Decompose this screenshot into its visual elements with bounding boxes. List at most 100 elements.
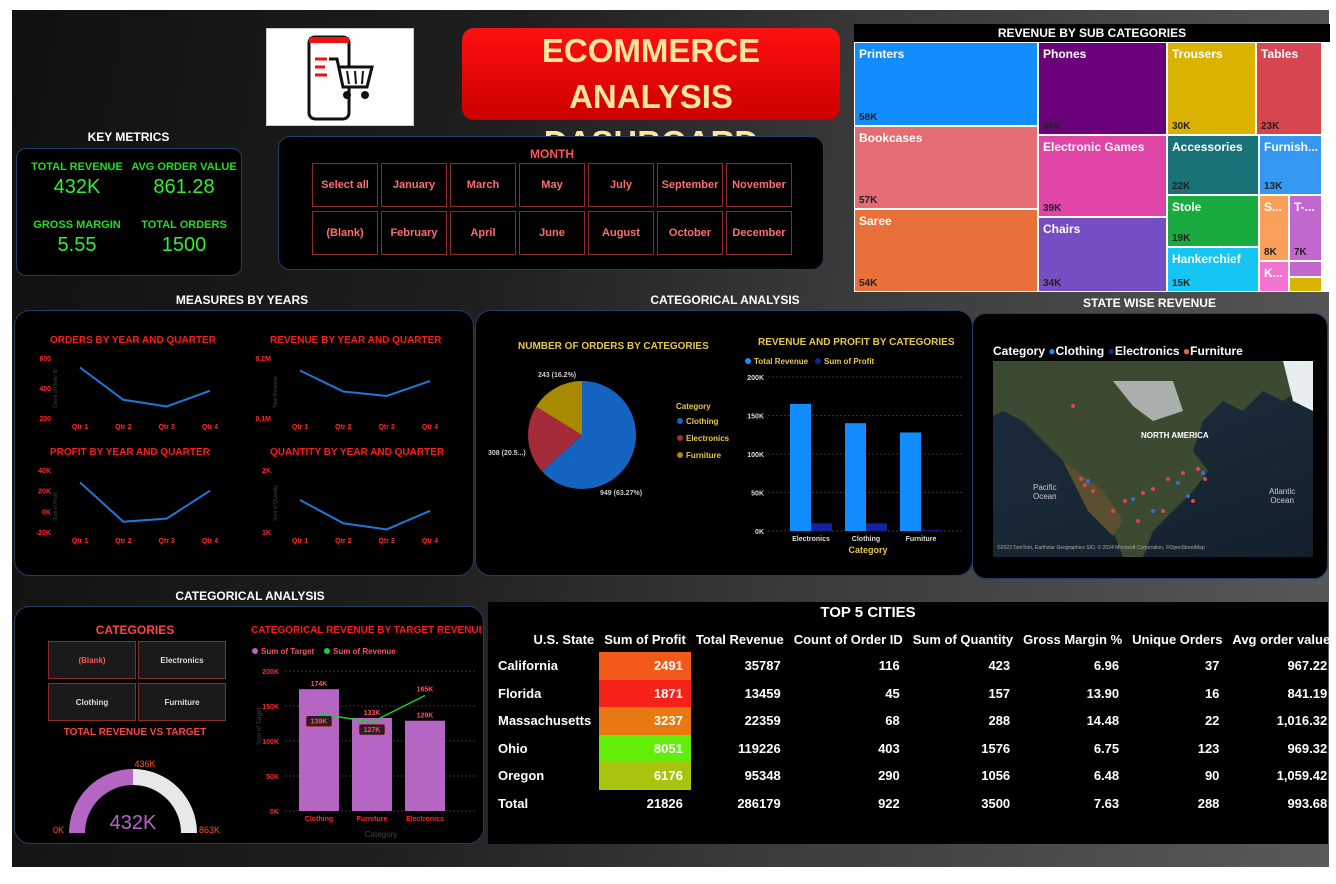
pie-legend-item: Electronics <box>686 434 730 443</box>
table-cell: 6.48 <box>1093 768 1120 784</box>
measures-by-years-panel: ORDERS BY YEAR AND QUARTER Count of Order… <box>14 310 474 576</box>
x-tick: Qtr 4 <box>202 424 218 431</box>
column-header[interactable]: U.S. State <box>490 626 599 652</box>
treemap-tile[interactable]: K... <box>1259 261 1289 292</box>
column-header[interactable]: Avg order value <box>1227 626 1335 652</box>
month-june[interactable]: June <box>519 211 585 255</box>
categorical-charts: NUMBER OF ORDERS BY CATEGORIES 949 (63.27… <box>488 337 962 555</box>
bar[interactable] <box>845 423 866 531</box>
treemap-tile[interactable]: Hankerchief 15K <box>1167 247 1259 292</box>
bar-legend-item: Sum of Profit <box>824 357 875 366</box>
treemap-tile[interactable]: Accessories 22K <box>1167 135 1259 195</box>
month-march[interactable]: March <box>450 163 516 207</box>
y-tick: 100K <box>262 739 279 746</box>
treemap-tile[interactable]: Printers 58K <box>854 42 1038 126</box>
month-february[interactable]: February <box>381 211 447 255</box>
metric-label: TOTAL REVENUE <box>31 161 123 173</box>
column-header[interactable]: Count of Order ID <box>789 626 908 652</box>
legend-swatch <box>324 648 330 654</box>
table-cell: 116 <box>878 658 900 674</box>
column-header[interactable]: Sum of Quantity <box>908 626 1018 652</box>
bar[interactable] <box>921 530 942 531</box>
table-cell: 6.96 <box>1093 658 1120 674</box>
treemap-tile-small[interactable] <box>1289 277 1322 292</box>
x-tick: Qtr 3 <box>378 538 394 545</box>
categorical-analysis-panel: NUMBER OF ORDERS BY CATEGORIES 949 (63.27… <box>475 310 973 576</box>
bar[interactable] <box>790 403 811 531</box>
legend-swatch <box>815 358 821 364</box>
column-header[interactable]: Sum of Profit <box>599 626 691 652</box>
table-cell: 3237 <box>599 707 691 735</box>
month-august[interactable]: August <box>588 211 654 255</box>
month-blank[interactable]: (Blank) <box>312 211 378 255</box>
bar[interactable] <box>900 432 921 531</box>
treemap-tile[interactable]: Bookcases 57K <box>854 126 1038 209</box>
metric-value: 1500 <box>161 234 207 256</box>
treemap-tile[interactable]: Furnish... 13K <box>1259 135 1322 195</box>
x-tick: Qtr 4 <box>202 538 218 545</box>
tile-value: 15K <box>1172 278 1191 289</box>
month-april[interactable]: April <box>450 211 516 255</box>
month-september[interactable]: September <box>657 163 723 207</box>
x-tick: Clothing <box>852 536 880 543</box>
target-bar[interactable] <box>299 689 339 811</box>
legend-swatch <box>745 358 751 364</box>
table-cell: 1,016.32 <box>1276 713 1328 729</box>
x-tick: Clothing <box>305 816 333 823</box>
chart-title: REVENUE BY YEAR AND QUARTER <box>270 335 442 346</box>
y-tick: 1K <box>262 530 271 537</box>
treemap-tile[interactable]: Stole 19K <box>1167 195 1259 247</box>
total-cell: Total <box>498 795 529 811</box>
table-cell: 14.48 <box>1086 713 1120 729</box>
table-cell: 16 <box>1204 685 1220 701</box>
month-july[interactable]: July <box>588 163 654 207</box>
month-november[interactable]: November <box>726 163 792 207</box>
target-bar[interactable] <box>405 720 445 811</box>
treemap-tile[interactable]: T-... 7K <box>1289 195 1322 261</box>
combo-legend-item: Sum of Revenue <box>333 647 396 656</box>
tile-label: Tables <box>1261 47 1299 61</box>
tile-value: 30K <box>1172 121 1191 132</box>
month-may[interactable]: May <box>519 163 585 207</box>
month-january[interactable]: January <box>381 163 447 207</box>
treemap-tile-small[interactable] <box>1289 261 1322 277</box>
total-cell: 993.68 <box>1287 795 1328 811</box>
category-blank[interactable]: (Blank) <box>48 641 136 679</box>
category-furniture[interactable]: Furniture <box>138 683 226 721</box>
month-december[interactable]: December <box>726 211 792 255</box>
treemap-tile[interactable]: Saree 54K <box>854 209 1038 292</box>
month-selectall[interactable]: Select all <box>312 163 378 207</box>
chart-title: PROFIT BY YEAR AND QUARTER <box>50 447 211 458</box>
table-cell: Oregon <box>498 768 545 784</box>
tile-value: 57K <box>859 195 878 206</box>
series-line <box>79 366 211 408</box>
y-tick: 200 <box>39 416 51 423</box>
month-october[interactable]: October <box>657 211 723 255</box>
bar-data-label: 129K <box>417 713 434 720</box>
table-cell: 95348 <box>744 768 781 784</box>
tile-label: Hankerchief <box>1172 252 1241 266</box>
bar[interactable] <box>811 523 832 531</box>
metric-avg-order-value: AVG ORDER VALUE 861.28 <box>131 161 237 199</box>
category-electronics[interactable]: Electronics <box>138 641 226 679</box>
map-view[interactable]: NORTH AMERICA Pacific Ocean Atlantic Oce… <box>993 361 1313 557</box>
treemap-tile[interactable]: S... 8K <box>1259 195 1289 261</box>
treemap-tile[interactable]: Trousers 30K <box>1167 42 1256 135</box>
treemap-tile[interactable]: Tables 23K <box>1256 42 1322 135</box>
treemap-tile[interactable]: Chairs 34K <box>1038 217 1167 292</box>
bar[interactable] <box>866 523 887 531</box>
column-header[interactable]: Unique Orders <box>1127 626 1227 652</box>
column-header[interactable]: Total Revenue <box>691 626 789 652</box>
bar-legend-item: Total Revenue <box>754 357 809 366</box>
revenue-line-chart: REVENUE BY YEAR AND QUARTER Total Revenue… <box>255 335 442 431</box>
y-tick: 50K <box>266 774 279 781</box>
table-cell: 90 <box>1204 768 1220 784</box>
tile-label: Stole <box>1172 200 1202 214</box>
x-tick: Qtr 1 <box>292 538 308 545</box>
category-clothing[interactable]: Clothing <box>48 683 136 721</box>
treemap-tile[interactable]: Phones 46K <box>1038 42 1167 135</box>
column-header[interactable]: Gross Margin % <box>1018 626 1127 652</box>
y-tick: 150K <box>262 704 279 711</box>
treemap-tile[interactable]: Electronic Games 39K <box>1038 135 1167 217</box>
line-data-label: 127K <box>364 727 381 734</box>
